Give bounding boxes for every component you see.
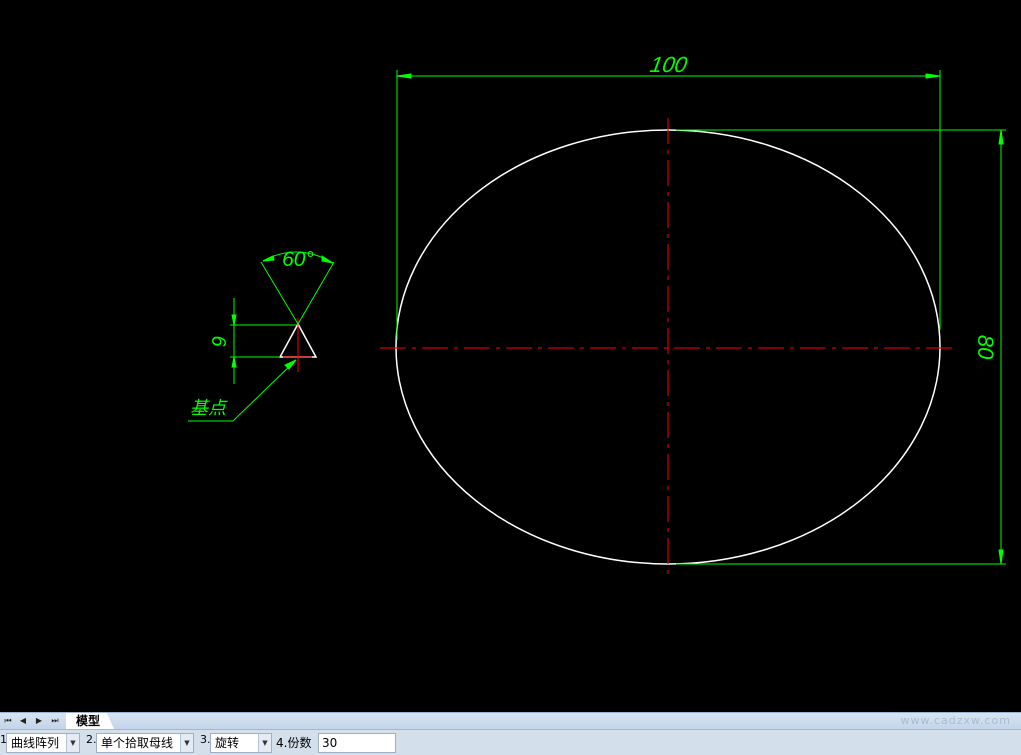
rotate-mode-select[interactable]: 旋转 ▼ <box>210 733 272 753</box>
array-type-value: 曲线阵列 <box>11 736 60 750</box>
watermark-text: www.cadzxw.com <box>900 714 1011 727</box>
height-dimension-text: 80 <box>973 335 998 360</box>
small-height-dimension[interactable] <box>230 298 298 384</box>
chevron-down-icon[interactable]: ▼ <box>258 734 271 752</box>
rotate-mode-value: 旋转 <box>215 736 240 750</box>
drawing-canvas[interactable]: 100 80 60° 6 基点 <box>0 0 1021 712</box>
count-input[interactable] <box>318 733 396 753</box>
triangle-profile[interactable] <box>278 318 318 372</box>
cad-drawing[interactable]: 100 80 60° 6 基点 <box>0 0 1021 712</box>
count-label: 4.份数 <box>276 736 312 750</box>
last-tab-icon[interactable]: ⏭ <box>48 714 62 728</box>
small-height-dimension-text: 6 <box>207 335 229 347</box>
height-dimension[interactable] <box>676 129 1006 565</box>
pick-mode-value: 单个拾取母线 <box>101 736 174 750</box>
angle-dimension-text: 60° <box>282 248 314 271</box>
option3-number: 3. <box>200 733 211 746</box>
prev-tab-icon[interactable]: ◀ <box>16 714 30 728</box>
next-tab-icon[interactable]: ▶ <box>32 714 46 728</box>
chevron-down-icon[interactable]: ▼ <box>66 734 79 752</box>
immediate-menu-bar: 1. 曲线阵列 ▼ 2. 单个拾取母线 ▼ 3. 旋转 ▼ 4.份数 <box>0 729 1021 755</box>
tab-model[interactable]: 模型 <box>66 713 114 729</box>
width-dimension-text: 100 <box>648 52 690 77</box>
array-type-select[interactable]: 曲线阵列 ▼ <box>6 733 80 753</box>
pick-mode-select[interactable]: 单个拾取母线 ▼ <box>96 733 194 753</box>
chevron-down-icon[interactable]: ▼ <box>180 734 193 752</box>
base-point-label: 基点 <box>190 398 228 419</box>
layout-tab-bar: ⏮ ◀ ▶ ⏭ 模型 www.cadzxw.com <box>0 712 1021 729</box>
option2-number: 2. <box>86 733 97 746</box>
first-tab-icon[interactable]: ⏮ <box>1 714 15 728</box>
